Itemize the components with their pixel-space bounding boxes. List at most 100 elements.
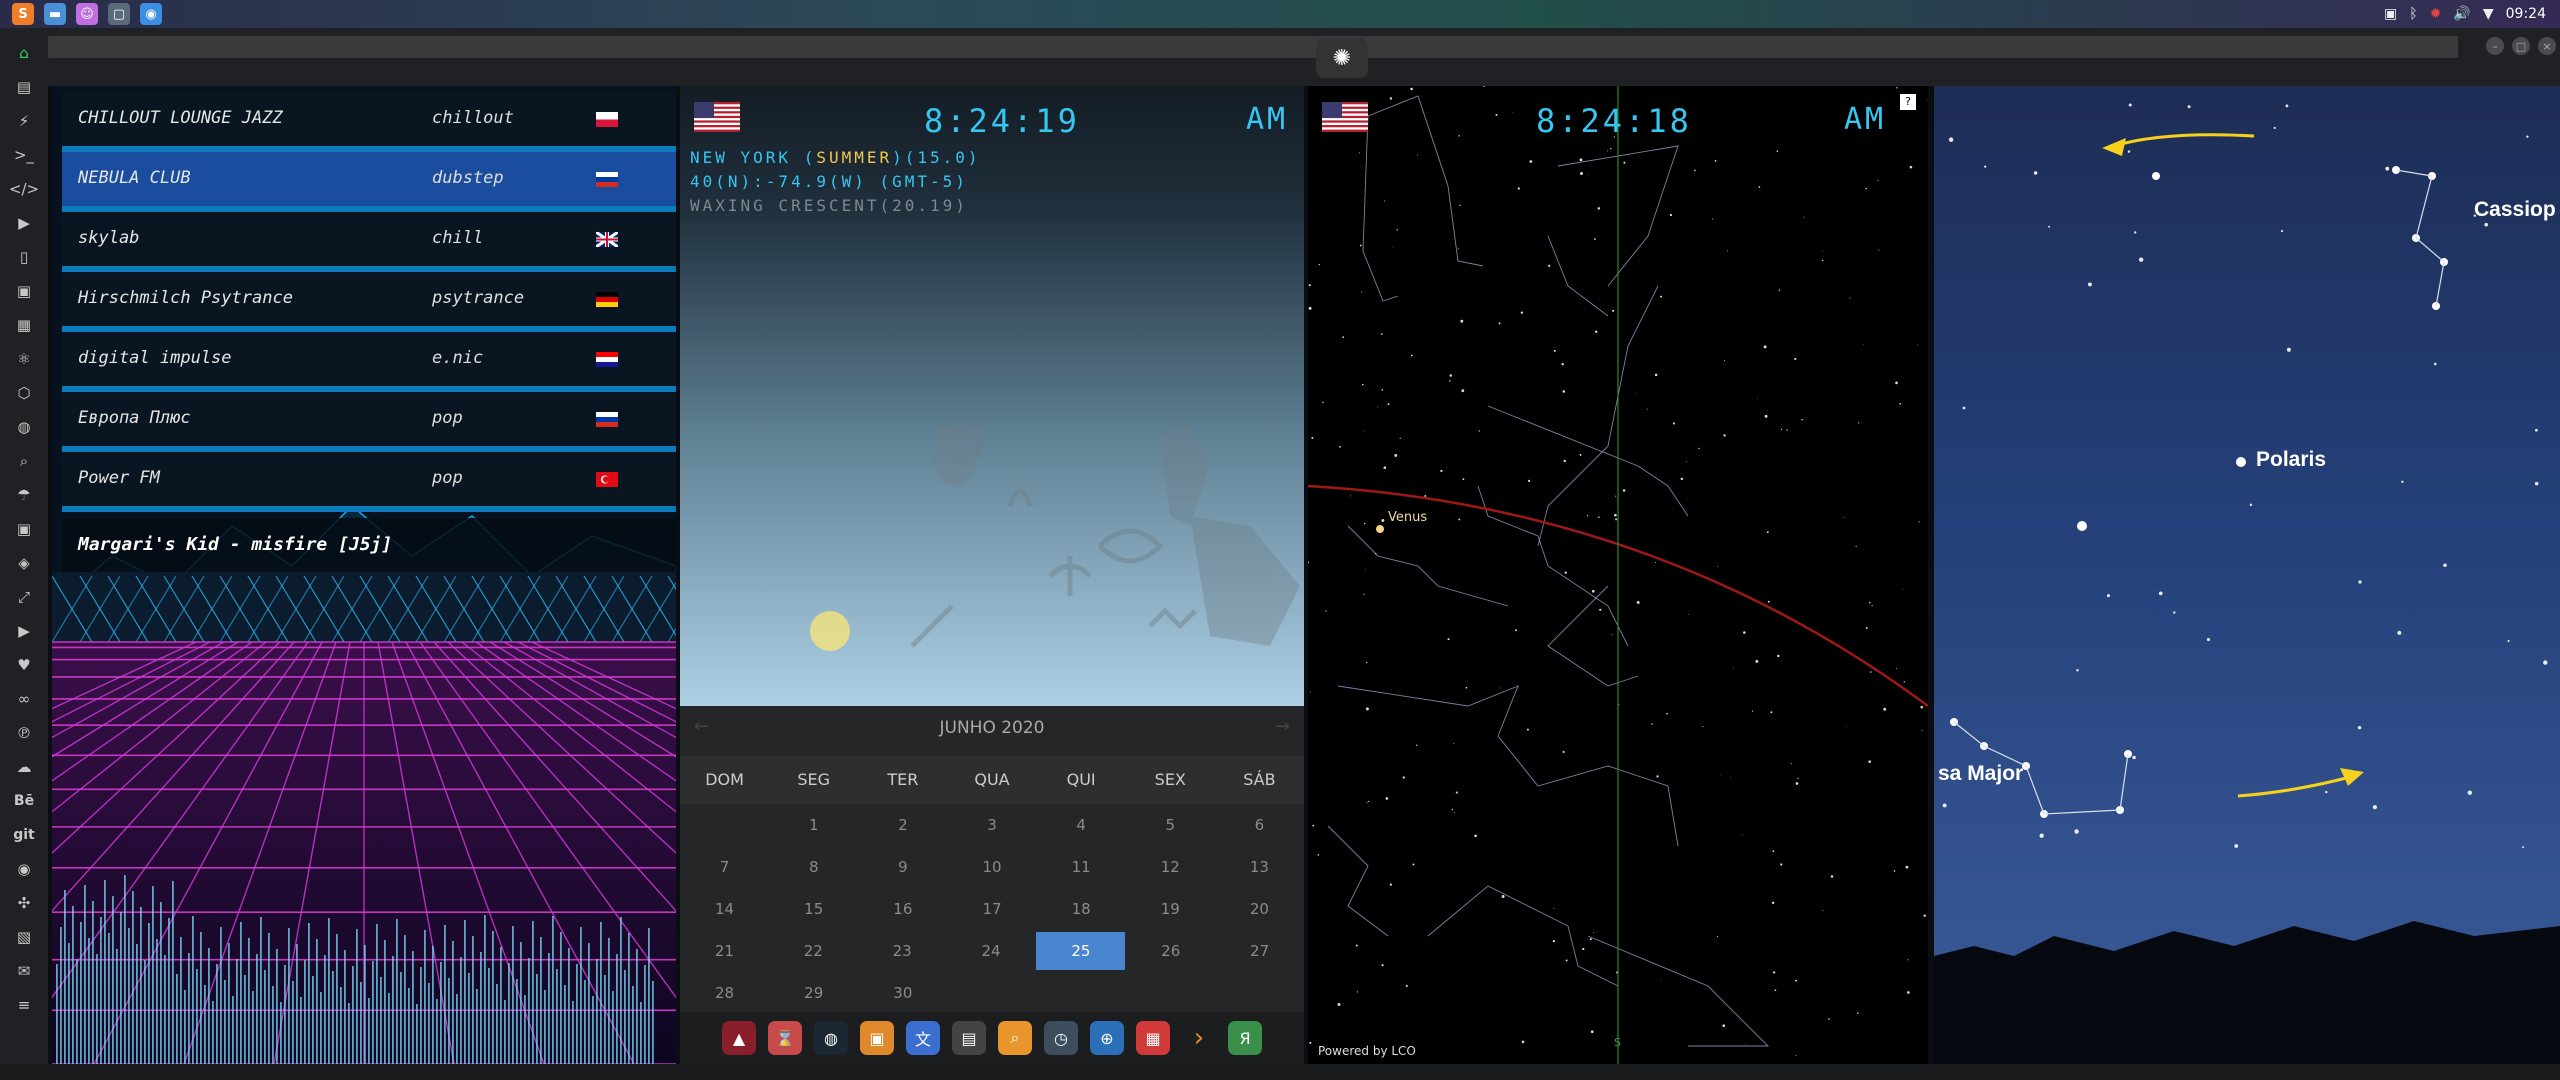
now-playing-bar[interactable]: Margari's Kid - misfire [J5j]	[62, 518, 676, 572]
calendar-day[interactable]: 30	[858, 972, 947, 1014]
calendar-day[interactable]: 29	[769, 972, 858, 1014]
youtube-icon[interactable]: ▶	[8, 615, 40, 647]
bolt-icon[interactable]: ⚡	[8, 105, 40, 137]
calendar-day[interactable]: 2	[858, 804, 947, 846]
calendar-day[interactable]: 10	[947, 846, 1036, 888]
calendar-day[interactable]: 28	[680, 972, 769, 1014]
settings-alert-icon[interactable]: ✹	[2430, 6, 2442, 22]
discord-icon[interactable]: ☺	[76, 3, 98, 25]
pinterest-icon[interactable]: ℗	[8, 717, 40, 749]
window-icon[interactable]: ▢	[108, 3, 130, 25]
code-icon[interactable]: </>	[8, 173, 40, 205]
station-row[interactable]: digital impulse e.nic	[62, 332, 676, 392]
settings-icon[interactable]: ≡	[8, 989, 40, 1021]
chrome-icon[interactable]: ◉	[140, 3, 162, 25]
calendar-day[interactable]: 16	[858, 888, 947, 930]
calendar-day[interactable]: 21	[680, 930, 769, 972]
play-icon[interactable]: ▶	[8, 207, 40, 239]
contact-icon[interactable]: ▣	[8, 513, 40, 545]
bluetooth-icon[interactable]: ᛒ	[2409, 6, 2417, 22]
taskbar-clock[interactable]: 09:24	[2506, 6, 2546, 22]
earth-icon[interactable]: ◍	[814, 1021, 848, 1055]
search-icon[interactable]: ⌕	[8, 445, 40, 477]
arrow-app-icon[interactable]: ▲	[722, 1021, 756, 1055]
infinity-icon[interactable]: ∞	[8, 683, 40, 715]
translate-icon[interactable]: 文	[906, 1021, 940, 1055]
home-icon[interactable]: ⌂	[8, 37, 40, 69]
terminal-icon[interactable]: >_	[8, 139, 40, 171]
puzzle-icon[interactable]: ✣	[8, 887, 40, 919]
calendar-day[interactable]: 25	[1036, 932, 1126, 970]
document-icon[interactable]: ▤	[8, 71, 40, 103]
tag-icon[interactable]: ◈	[8, 547, 40, 579]
wifi-icon[interactable]: ▼	[2483, 6, 2494, 22]
cloud-icon[interactable]: ☁	[8, 751, 40, 783]
calendar-day[interactable]: 22	[769, 930, 858, 972]
minimize-button[interactable]: –	[2486, 37, 2504, 55]
yandex-icon[interactable]: Я	[1228, 1021, 1262, 1055]
calendar-day[interactable]: 18	[1037, 888, 1126, 930]
image-viewer-icon[interactable]: ▣	[860, 1021, 894, 1055]
calendar-app-icon[interactable]: ▦	[1136, 1021, 1170, 1055]
station-row[interactable]: Hirschmilch Psytrance psytrance	[62, 272, 676, 332]
heart-icon[interactable]: ♥	[8, 649, 40, 681]
github-icon[interactable]: ◉	[8, 853, 40, 885]
photo-icon[interactable]: ▣	[2384, 6, 2397, 22]
powered-by-label[interactable]: Powered by LCO	[1318, 1044, 1416, 1058]
calendar-day[interactable]: 6	[1215, 804, 1304, 846]
calendar-day[interactable]: 23	[858, 930, 947, 972]
behance-icon[interactable]: Bē	[8, 785, 40, 817]
clock-app-icon[interactable]: ◷	[1044, 1021, 1078, 1055]
terminal-icon[interactable]: ▤	[952, 1021, 986, 1055]
calendar-day[interactable]: 19	[1126, 888, 1215, 930]
weekday-label: SEX	[1154, 770, 1186, 789]
calendar-day[interactable]: 27	[1215, 930, 1304, 972]
calendar-day[interactable]: 1	[769, 804, 858, 846]
calendar-day[interactable]: 12	[1126, 846, 1215, 888]
umbrella-icon[interactable]: ☂	[8, 479, 40, 511]
calendar-day[interactable]: 15	[769, 888, 858, 930]
calendar-day[interactable]: 5	[1126, 804, 1215, 846]
rebel-alliance-icon[interactable]: ✺	[1316, 38, 1368, 78]
sublime-text-icon[interactable]: S	[12, 3, 34, 25]
calendar-day[interactable]: 7	[680, 846, 769, 888]
calendar-day[interactable]: 14	[680, 888, 769, 930]
files-icon[interactable]: ▬	[44, 3, 66, 25]
calendar-day[interactable]: 4	[1037, 804, 1126, 846]
calendar-day[interactable]: 8	[769, 846, 858, 888]
calendar-day[interactable]: 20	[1215, 888, 1304, 930]
git-icon[interactable]: git	[8, 819, 40, 851]
calendar-day[interactable]: 9	[858, 846, 947, 888]
station-row[interactable]: skylab chill	[62, 212, 676, 272]
mail-icon[interactable]: ✉	[8, 955, 40, 987]
volume-icon[interactable]: 🔊	[2453, 6, 2470, 22]
calendar-day[interactable]: 13	[1215, 846, 1304, 888]
calendar-day[interactable]: 11	[1037, 846, 1126, 888]
map-icon[interactable]: ▧	[8, 921, 40, 953]
calendar-day[interactable]: 3	[947, 804, 1036, 846]
expand-icon[interactable]: ⤢	[8, 581, 40, 613]
hexagon-icon[interactable]: ⬡	[8, 377, 40, 409]
phone-icon[interactable]: ▯	[8, 241, 40, 273]
close-button[interactable]: ×	[2538, 37, 2556, 55]
timer-icon[interactable]: ⌛	[768, 1021, 802, 1055]
arrow-right-icon[interactable]: ›	[1182, 1021, 1216, 1055]
croatia-flag-icon	[596, 352, 618, 367]
news-icon[interactable]: ▦	[8, 309, 40, 341]
station-row[interactable]: Европа Плюс pop	[62, 392, 676, 452]
station-row[interactable]: NEBULA CLUB dubstep	[62, 152, 676, 212]
globe-app-icon[interactable]: ⊕	[1090, 1021, 1124, 1055]
station-genre: e.nic	[432, 348, 484, 368]
globe-icon[interactable]: ◍	[8, 411, 40, 443]
image-icon[interactable]: ▣	[8, 275, 40, 307]
station-row[interactable]: Power FM pop	[62, 452, 676, 512]
station-row[interactable]: CHILLOUT LOUNGE JAZZ chillout	[62, 92, 676, 152]
calendar-next-button[interactable]: →	[1275, 716, 1290, 737]
help-button[interactable]: ?	[1900, 94, 1916, 110]
calendar-day[interactable]: 24	[947, 930, 1036, 972]
react-icon[interactable]: ⚛	[8, 343, 40, 375]
calendar-day[interactable]: 26	[1126, 930, 1215, 972]
maximize-button[interactable]: □	[2512, 37, 2530, 55]
calendar-day[interactable]: 17	[947, 888, 1036, 930]
search-app-icon[interactable]: ⌕	[998, 1021, 1032, 1055]
